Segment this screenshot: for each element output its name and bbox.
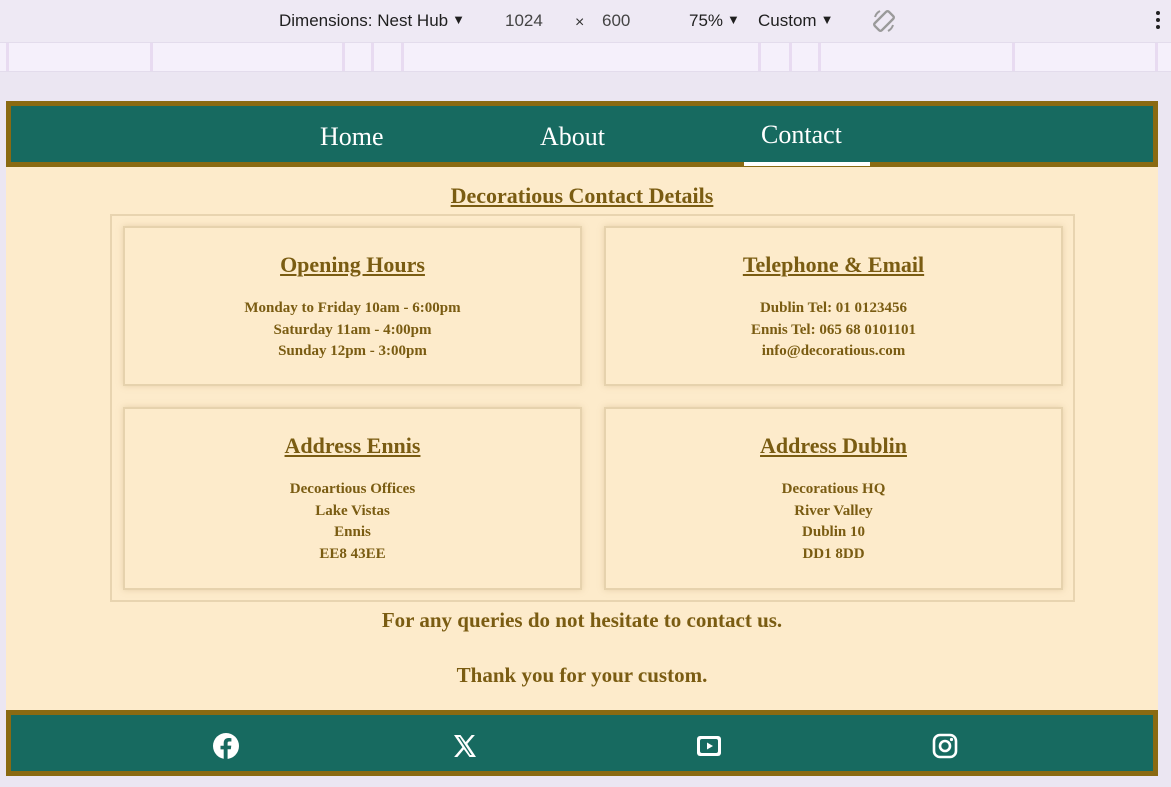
facebook-icon[interactable] (212, 732, 240, 760)
card-address-ennis: Address Ennis Decoartious Offices Lake V… (123, 407, 582, 590)
instagram-icon[interactable] (931, 732, 959, 760)
card-title: Address Ennis (284, 433, 421, 458)
card-line: Dublin 10 (802, 524, 865, 541)
card-line: Monday to Friday 10am - 6:00pm (244, 300, 461, 316)
footer (6, 710, 1158, 776)
media-query-ruler (0, 42, 1171, 72)
caret-down-icon: ▼ (820, 12, 834, 27)
card-line: Ennis Tel: 065 68 0101101 (750, 321, 917, 338)
width-input[interactable]: 1024 (505, 11, 543, 31)
closing-thanks-text: Thank you for your custom. (456, 663, 708, 687)
x-twitter-icon[interactable] (451, 732, 479, 760)
card-line: Decoratious HQ (781, 481, 886, 497)
caret-down-icon: ▼ (727, 12, 740, 27)
throttle-label: Custom (758, 11, 817, 30)
closing-queries-text: For any queries do not hesitate to conta… (381, 608, 783, 632)
card-title: Telephone & Email (742, 252, 925, 277)
nav-link-home[interactable]: Home (320, 122, 384, 152)
card-address-dublin: Address Dublin Decoratious HQ River Vall… (604, 407, 1063, 590)
throttle-dropdown[interactable]: Custom ▼ (758, 11, 833, 31)
card-line: Sunday 12pm - 3:00pm (278, 343, 427, 360)
rotate-icon[interactable] (871, 8, 897, 34)
zoom-label: 75% (689, 11, 724, 30)
card-line: River Valley (794, 502, 873, 519)
height-input[interactable]: 600 (602, 11, 630, 31)
more-options-icon[interactable] (1156, 11, 1162, 31)
dimensions-dropdown[interactable]: Dimensions: Nest Hub ▼ (279, 11, 465, 31)
card-line: Dublin Tel: 01 0123456 (759, 300, 908, 316)
page-heading: Decoratious Contact Details (450, 183, 714, 208)
card-title: Opening Hours (280, 252, 425, 277)
card-line: Lake Vistas (315, 502, 390, 519)
card-line: Decoartious Offices (289, 481, 416, 497)
caret-down-icon: ▼ (452, 12, 465, 27)
card-line: Saturday 11am - 4:00pm (273, 321, 432, 338)
email-link[interactable]: info@decoratious.com (606, 341, 1061, 363)
card-line: DD1 8DD (802, 546, 865, 563)
times-symbol: × (575, 14, 585, 31)
active-nav-underline (744, 162, 870, 166)
nav-link-contact[interactable]: Contact (761, 120, 842, 150)
nav-link-about[interactable]: About (540, 122, 605, 152)
card-line: EE8 43EE (319, 546, 386, 563)
card-telephone-email: Telephone & Email Dublin Tel: 01 0123456… (604, 226, 1063, 386)
dimensions-label: Dimensions: Nest Hub (279, 11, 449, 30)
zoom-dropdown[interactable]: 75% ▼ (689, 11, 740, 31)
card-title: Address Dublin (760, 433, 907, 458)
page-viewport: Home About Contact Decoratious Contact D… (6, 101, 1158, 776)
devtools-toolbar: Dimensions: Nest Hub ▼ 1024 × 600 75% ▼ Cu… (0, 0, 1171, 42)
card-opening-hours: Opening Hours Monday to Friday 10am - 6:… (123, 226, 582, 386)
card-line: Ennis (334, 524, 371, 541)
navbar: Home About Contact (6, 101, 1158, 167)
youtube-icon[interactable] (695, 732, 723, 760)
